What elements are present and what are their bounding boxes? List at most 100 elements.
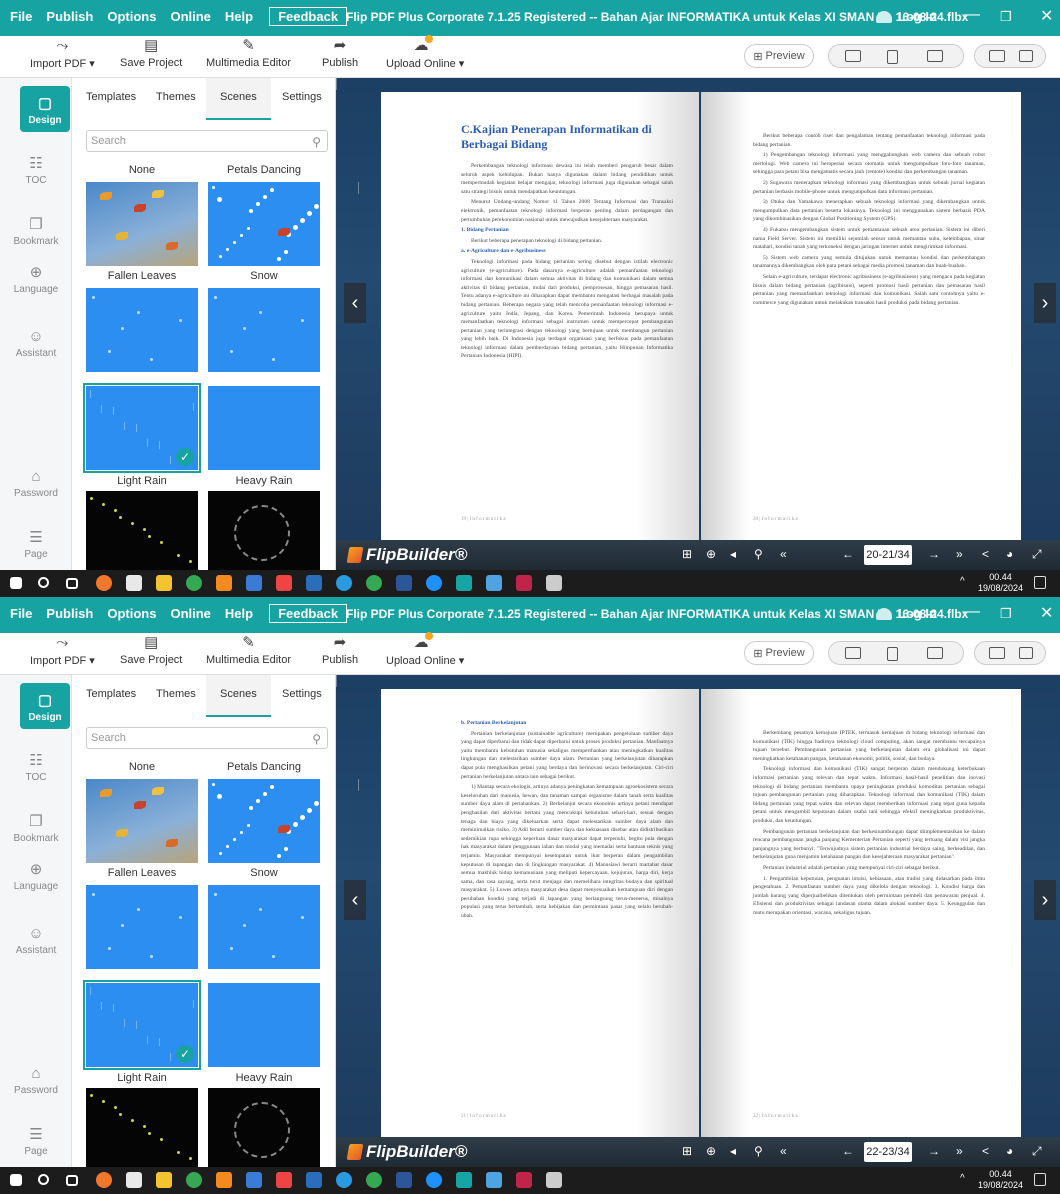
page-indicator[interactable]: 22-23/34 xyxy=(864,1142,912,1162)
rail-assistant[interactable]: ☺ Assistant xyxy=(0,328,72,359)
tab-themes[interactable]: Themes xyxy=(156,91,196,103)
rail-page[interactable]: ☰ Page xyxy=(0,1125,72,1157)
autoplay-icon[interactable]: ◕ xyxy=(1006,547,1013,561)
fullscreen-icon[interactable]: ⤢ xyxy=(1032,1144,1042,1159)
menu-help[interactable]: Help xyxy=(225,606,253,625)
system-clock[interactable]: 00.44 19/08/2024 xyxy=(978,572,1023,594)
tab-scenes[interactable]: Scenes xyxy=(206,78,271,120)
sound-icon[interactable]: ◂ xyxy=(730,1144,736,1158)
menu-file[interactable]: File xyxy=(10,606,32,625)
tab-themes[interactable]: Themes xyxy=(156,688,196,700)
share-icon[interactable]: < xyxy=(982,547,989,561)
flipbuilder-taskbar-icon[interactable] xyxy=(456,1172,472,1188)
task-view-icon[interactable] xyxy=(66,1175,78,1186)
tray-expand-icon[interactable]: ^ xyxy=(960,576,965,587)
scene-thumbnail[interactable] xyxy=(86,491,198,575)
thumbnails-icon[interactable]: ⊞ xyxy=(682,547,692,561)
book-page-left[interactable]: C.Kajian Penerapan Informatikan di Berba… xyxy=(381,92,699,542)
scene-thumbnail[interactable] xyxy=(86,288,198,372)
rail-bookmark[interactable]: ❐ Bookmark xyxy=(0,812,72,844)
tab-templates[interactable]: Templates xyxy=(86,688,136,700)
scene-thumbnail[interactable] xyxy=(208,1088,320,1172)
firefox-icon[interactable] xyxy=(96,575,112,591)
search-input[interactable]: Search ⚲ xyxy=(86,727,328,749)
rail-design[interactable]: ▢ Design xyxy=(20,683,70,729)
book-page-right[interactable]: Berikut beberapa contoh riset dan pengal… xyxy=(701,92,1021,542)
scene-thumbnail[interactable]: ✓ xyxy=(83,383,201,473)
fullscreen-icon[interactable]: ⤢ xyxy=(1032,547,1042,562)
single-page-icon[interactable] xyxy=(1019,647,1033,659)
rail-password[interactable]: ⌂ Password xyxy=(0,468,72,499)
scene-thumbnail[interactable] xyxy=(208,885,320,969)
rail-assistant[interactable]: ☺ Assistant xyxy=(0,925,72,956)
menu-help[interactable]: Help xyxy=(225,9,253,28)
app-icon[interactable] xyxy=(516,575,532,591)
book-page-left[interactable]: b. Pertanian Berkelanjutan Pertanian berk… xyxy=(381,689,699,1139)
rail-page[interactable]: ☰ Page xyxy=(0,528,72,560)
scene-thumbnail[interactable] xyxy=(86,1088,198,1172)
scene-thumbnail[interactable]: ✓ xyxy=(83,980,201,1070)
close-icon[interactable]: ✕ xyxy=(1040,6,1053,26)
tray-expand-icon[interactable]: ^ xyxy=(960,1173,965,1184)
app-icon[interactable] xyxy=(516,1172,532,1188)
menu-options[interactable]: Options xyxy=(107,9,156,28)
app-icon[interactable] xyxy=(486,1172,502,1188)
maximize-icon[interactable]: ❐ xyxy=(1000,9,1012,25)
scene-thumbnail[interactable] xyxy=(208,288,320,372)
prev-page-arrow[interactable]: ‹ xyxy=(344,283,366,323)
scene-thumbnail[interactable] xyxy=(86,885,198,969)
import-pdf-button[interactable]: ⤳ Import PDF ▾ xyxy=(30,38,95,71)
tablet-icon[interactable] xyxy=(887,50,898,64)
sound-icon[interactable]: ◂ xyxy=(730,547,736,561)
rail-bookmark[interactable]: ❐ Bookmark xyxy=(0,215,72,247)
app-icon[interactable] xyxy=(546,575,562,591)
desktop-icon[interactable] xyxy=(845,50,861,62)
save-project-button[interactable]: ▤ Save Project xyxy=(120,38,182,70)
chrome-icon[interactable] xyxy=(186,575,202,591)
edge-icon[interactable] xyxy=(426,575,442,591)
word-icon[interactable] xyxy=(396,575,412,591)
rail-toc[interactable]: ☷ TOC xyxy=(0,751,72,783)
chrome-icon[interactable] xyxy=(366,1172,382,1188)
last-page-icon[interactable]: » xyxy=(956,1144,963,1158)
search-icon[interactable]: ⚲ xyxy=(754,1144,763,1158)
minimize-icon[interactable]: — xyxy=(964,6,980,24)
close-icon[interactable]: ✕ xyxy=(1040,603,1053,623)
task-view-icon[interactable] xyxy=(66,578,78,589)
page-indicator[interactable]: 20-21/34 xyxy=(864,545,912,565)
notification-icon[interactable] xyxy=(1034,1173,1046,1186)
prev-page-icon[interactable]: ← xyxy=(842,1144,854,1158)
menu-publish[interactable]: Publish xyxy=(46,606,93,625)
save-project-button[interactable]: ▤ Save Project xyxy=(120,635,182,667)
publish-button[interactable]: ➦ Publish xyxy=(322,635,358,667)
login-button[interactable]: Log In xyxy=(876,606,937,621)
menu-online[interactable]: Online xyxy=(170,606,210,625)
vlc-icon[interactable] xyxy=(216,1172,232,1188)
photoshop-icon[interactable] xyxy=(306,575,322,591)
upload-online-button[interactable]: ☁ Upload Online ▾ xyxy=(386,632,464,667)
thumbnails-icon[interactable]: ⊞ xyxy=(682,1144,692,1158)
search-icon[interactable]: ⚲ xyxy=(754,547,763,561)
flipbuilder-taskbar-icon[interactable] xyxy=(456,575,472,591)
maximize-icon[interactable]: ❐ xyxy=(1000,606,1012,622)
photoshop-icon[interactable] xyxy=(306,1172,322,1188)
minimize-icon[interactable]: — xyxy=(964,603,980,621)
prev-page-arrow[interactable]: ‹ xyxy=(344,880,366,920)
first-page-icon[interactable]: « xyxy=(780,547,787,561)
chrome-icon[interactable] xyxy=(366,575,382,591)
telegram-icon[interactable] xyxy=(336,575,352,591)
notification-icon[interactable] xyxy=(1034,576,1046,589)
tab-templates[interactable]: Templates xyxy=(86,91,136,103)
app-icon[interactable] xyxy=(246,575,262,591)
preview-button[interactable]: ⊞ Preview xyxy=(744,44,814,68)
upload-online-button[interactable]: ☁ Upload Online ▾ xyxy=(386,35,464,70)
rail-language[interactable]: ⊕ Language xyxy=(0,263,72,295)
last-page-icon[interactable]: » xyxy=(956,547,963,561)
feedback-button[interactable]: Feedback xyxy=(269,604,348,623)
firefox-icon[interactable] xyxy=(96,1172,112,1188)
multimedia-editor-button[interactable]: ✎ Multimedia Editor xyxy=(206,635,291,667)
windows-start-icon[interactable] xyxy=(10,1174,22,1186)
scene-thumbnail[interactable] xyxy=(208,182,320,266)
menu-file[interactable]: File xyxy=(10,9,32,28)
zoom-in-icon[interactable]: ⊕ xyxy=(706,547,716,561)
